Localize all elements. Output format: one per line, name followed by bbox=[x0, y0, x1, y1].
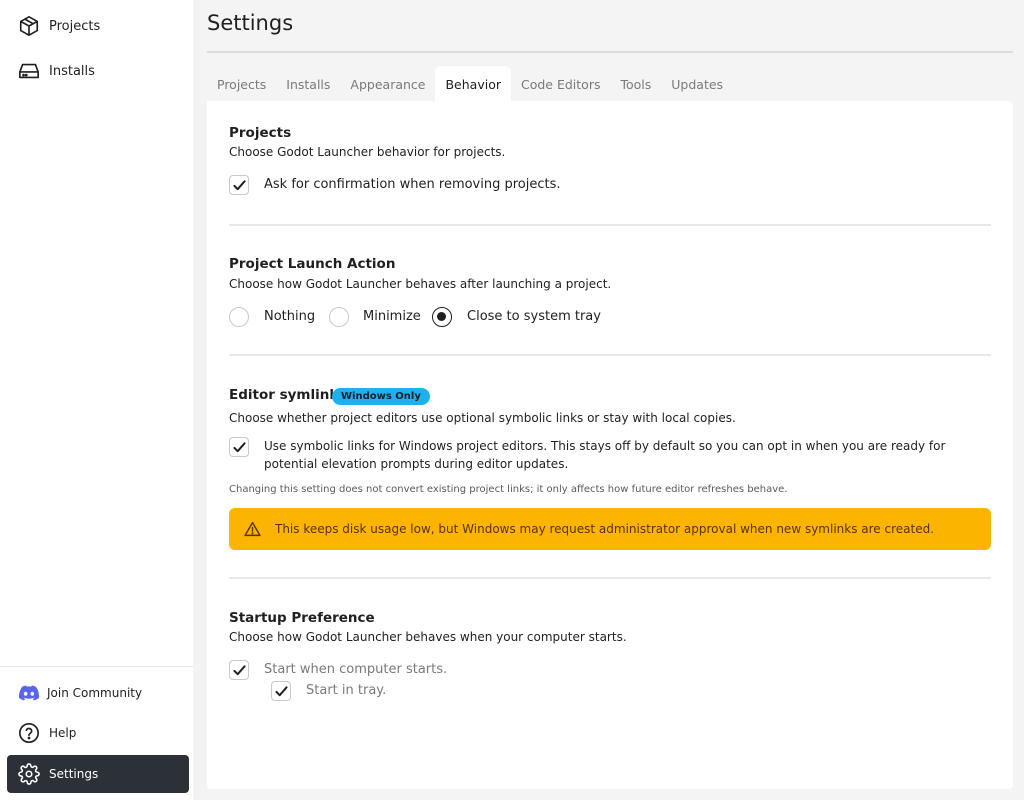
sidebar-item-label: Settings bbox=[49, 767, 99, 781]
symlinks-warning-alert: This keeps disk usage low, but Windows m… bbox=[229, 508, 991, 550]
launch-action-tray-radio[interactable] bbox=[432, 307, 452, 327]
windows-only-badge: Windows Only bbox=[332, 388, 430, 405]
start-in-tray-checkbox[interactable] bbox=[271, 681, 291, 701]
warning-triangle-icon bbox=[243, 520, 261, 538]
sidebar: Projects Installs Join Community Help Se… bbox=[0, 0, 193, 800]
tab-tools[interactable]: Tools bbox=[610, 66, 661, 102]
sidebar-item-label: Help bbox=[49, 726, 77, 740]
sidebar-item-help[interactable]: Help bbox=[7, 714, 189, 752]
title-divider bbox=[207, 51, 1013, 53]
use-symlinks-checkbox[interactable] bbox=[229, 437, 249, 457]
symlinks-note: Changing this setting does not convert e… bbox=[229, 484, 788, 495]
discord-icon bbox=[17, 681, 41, 705]
section-divider bbox=[229, 577, 991, 579]
sidebar-item-label: Installs bbox=[49, 63, 95, 79]
tab-installs[interactable]: Installs bbox=[276, 66, 340, 102]
startup-section-title: Startup Preference bbox=[229, 610, 375, 626]
launch-action-section-description: Choose how Godot Launcher behaves after … bbox=[229, 277, 612, 291]
page-title: Settings bbox=[207, 11, 294, 35]
startup-section-description: Choose how Godot Launcher behaves when y… bbox=[229, 630, 627, 644]
sidebar-item-join-community[interactable]: Join Community bbox=[7, 674, 189, 712]
sidebar-item-settings[interactable]: Settings bbox=[7, 755, 189, 793]
tab-updates[interactable]: Updates bbox=[661, 66, 733, 102]
section-divider bbox=[229, 354, 991, 356]
sidebar-item-installs[interactable]: Installs bbox=[7, 52, 189, 90]
launch-action-tray-label: Close to system tray bbox=[467, 309, 601, 324]
launch-action-nothing-label: Nothing bbox=[264, 309, 316, 324]
use-symlinks-label: Use symbolic links for Windows project e… bbox=[264, 439, 946, 471]
checkmark-icon bbox=[232, 179, 246, 190]
symlinks-warning-text: This keeps disk usage low, but Windows m… bbox=[275, 522, 935, 536]
sidebar-item-projects[interactable]: Projects bbox=[7, 7, 189, 45]
tab-behavior[interactable]: Behavior bbox=[435, 66, 511, 102]
sidebar-item-label: Projects bbox=[49, 18, 101, 34]
sidebar-item-label: Join Community bbox=[47, 686, 143, 700]
tab-appearance[interactable]: Appearance bbox=[340, 66, 435, 102]
symlinks-section-title: Editor symlinks bbox=[229, 387, 347, 403]
start-with-computer-label: Start when computer starts. bbox=[264, 662, 448, 677]
launch-action-nothing-radio[interactable] bbox=[229, 307, 249, 327]
package-icon bbox=[17, 14, 41, 38]
tab-projects[interactable]: Projects bbox=[207, 66, 276, 102]
start-with-computer-checkbox[interactable] bbox=[229, 660, 249, 680]
launch-action-section-title: Project Launch Action bbox=[229, 256, 396, 272]
gear-icon bbox=[17, 762, 41, 786]
hard-drive-icon bbox=[17, 59, 41, 83]
confirm-remove-checkbox[interactable] bbox=[229, 175, 249, 195]
sidebar-divider bbox=[0, 666, 193, 667]
launch-action-minimize-label: Minimize bbox=[363, 309, 421, 324]
settings-tabs: Projects Installs Appearance Behavior Co… bbox=[207, 66, 733, 102]
confirm-remove-label: Ask for confirmation when removing proje… bbox=[264, 177, 561, 192]
tab-code-editors[interactable]: Code Editors bbox=[511, 66, 610, 102]
projects-section-title: Projects bbox=[229, 125, 292, 141]
projects-section-description: Choose Godot Launcher behavior for proje… bbox=[229, 145, 506, 159]
help-circle-icon bbox=[17, 721, 41, 745]
launch-action-minimize-radio[interactable] bbox=[329, 307, 349, 327]
checkmark-icon bbox=[274, 685, 288, 696]
symlinks-section-description: Choose whether project editors use optio… bbox=[229, 411, 736, 425]
checkmark-icon bbox=[232, 441, 246, 452]
section-divider bbox=[229, 224, 991, 226]
start-in-tray-label: Start in tray. bbox=[306, 683, 387, 698]
checkmark-icon bbox=[232, 664, 246, 675]
